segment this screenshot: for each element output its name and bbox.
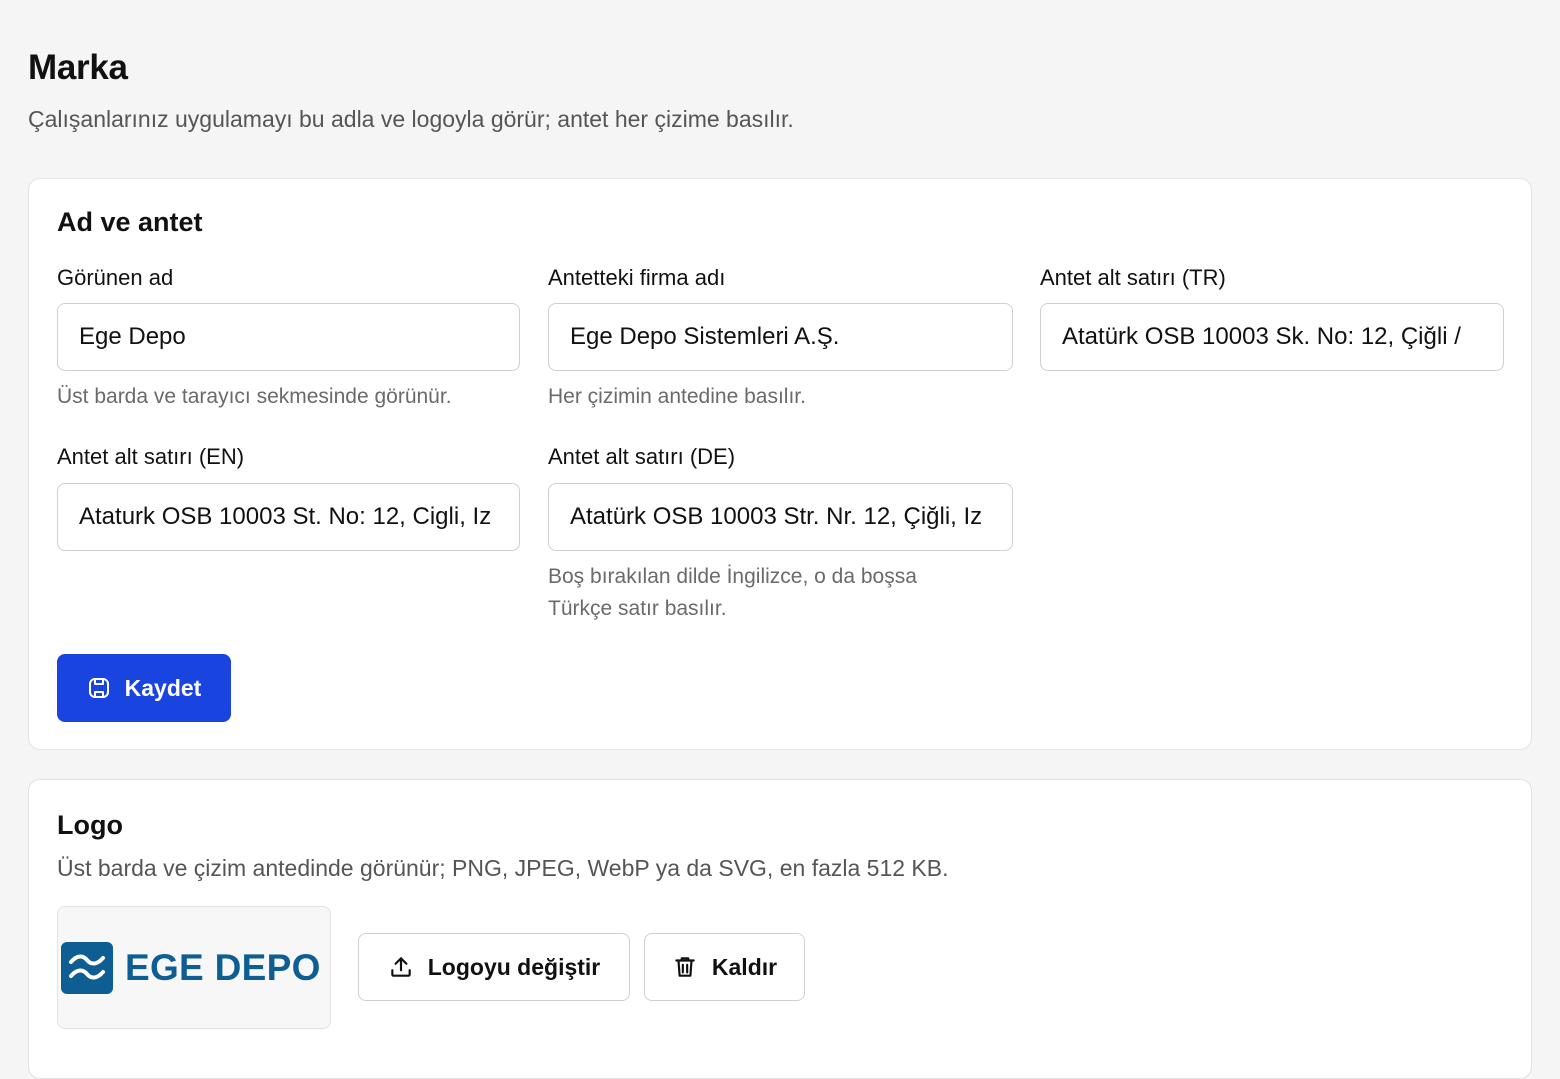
logo-wordmark: EGE DEPO [125, 946, 321, 988]
subline-tr-input[interactable] [1040, 303, 1504, 371]
remove-logo-button[interactable]: Kaldır [644, 933, 805, 1001]
subline-de-hint-line-2: Türkçe satır basılır. [548, 597, 727, 620]
logo-card-title: Logo [57, 810, 123, 840]
subline-de-hint-line-1: Boş bırakılan dilde İngilizce, o da boşs… [548, 565, 917, 588]
page-title: Marka [28, 48, 128, 87]
subline-tr-label: Antet alt satırı (TR) [1040, 265, 1226, 290]
name-and-letterhead-card: Ad ve antet Görünen ad Üst barda ve tara… [28, 178, 1532, 750]
display-name-label: Görünen ad [57, 265, 174, 290]
company-name-hint: Her çizimin antedine basılır. [548, 385, 806, 408]
change-logo-button[interactable]: Logoyu değiştir [358, 933, 630, 1001]
trash-icon [672, 954, 698, 980]
subline-en-label: Antet alt satırı (EN) [57, 444, 245, 469]
save-icon [87, 676, 111, 700]
company-name-label: Antetteki firma adı [548, 265, 726, 290]
logo-card: Logo Üst barda ve çizim antedinde görünü… [28, 779, 1532, 1079]
display-name-input[interactable] [57, 303, 520, 371]
change-logo-label: Logoyu değiştir [427, 953, 601, 980]
waves-icon [61, 941, 113, 994]
subline-de-input[interactable] [548, 483, 1013, 551]
logo-card-description: Üst barda ve çizim antedinde görünür; PN… [57, 855, 949, 881]
subline-de-label: Antet alt satırı (DE) [548, 444, 736, 469]
page-subtitle: Çalışanlarınız uygulamayı bu adla ve log… [28, 106, 794, 132]
company-name-input[interactable] [548, 303, 1013, 371]
remove-logo-label: Kaldır [711, 953, 778, 980]
subline-en-input[interactable] [57, 483, 520, 551]
upload-icon [388, 954, 414, 980]
save-button[interactable]: Kaydet [57, 654, 231, 722]
save-button-label: Kaydet [124, 674, 202, 701]
display-name-hint: Üst barda ve tarayıcı sekmesinde görünür… [57, 385, 452, 408]
card-title: Ad ve antet [57, 207, 203, 237]
logo-preview: EGE DEPO [57, 906, 331, 1029]
